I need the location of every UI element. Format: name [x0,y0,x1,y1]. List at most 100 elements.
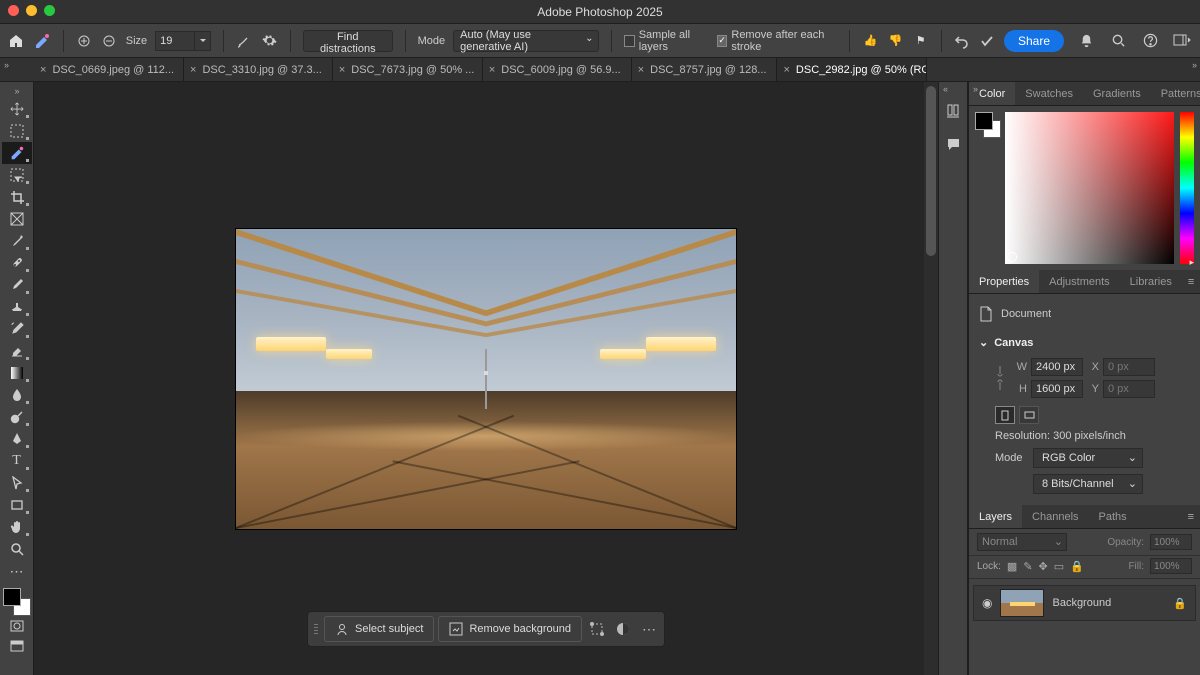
close-tab-icon[interactable]: × [489,64,495,76]
opacity-input[interactable] [1150,534,1192,550]
lock-move-icon[interactable]: ✥ [1039,560,1048,573]
workspace-chooser-icon[interactable] [1172,31,1192,51]
landscape-icon[interactable] [1019,406,1039,424]
brush-tool[interactable] [2,274,32,296]
comments-panel-icon[interactable] [943,134,963,154]
toolbox-expander-icon[interactable]: ›› [15,84,19,98]
eraser-tool[interactable] [2,340,32,362]
document-tab[interactable]: ×DSC_3310.jpg @ 37.3... [184,58,333,81]
gear-icon[interactable] [261,31,278,51]
flag-icon[interactable]: ⚑ [912,31,929,51]
link-icon[interactable] [995,364,1005,392]
close-tab-icon[interactable]: × [40,64,46,76]
color-mode-select[interactable]: RGB Color [1033,448,1143,468]
undo-icon[interactable] [954,31,971,51]
canvas-section-toggle[interactable]: ⌄ Canvas [979,332,1190,353]
crop-tool[interactable] [2,186,32,208]
brush-sample-icon[interactable] [236,31,253,51]
pen-tool[interactable] [2,428,32,450]
vertical-scrollbar[interactable] [924,82,938,675]
edit-toolbar-button[interactable]: ⋯ [2,560,32,582]
spot-healing-tool[interactable] [2,252,32,274]
color-canvas[interactable] [1005,112,1174,264]
y-input[interactable] [1103,380,1155,398]
panels-expander-icon[interactable]: ›› [973,84,1196,94]
close-tab-icon[interactable]: × [638,64,644,76]
search-icon[interactable] [1108,31,1128,51]
brush-size-increase-icon[interactable] [101,31,118,51]
document-tab-active[interactable]: ×DSC_2982.jpg @ 50% (RGB/8) * [777,58,927,81]
path-selection-tool[interactable] [2,472,32,494]
dodge-tool[interactable] [2,406,32,428]
brush-size-input[interactable] [155,31,195,51]
close-tab-icon[interactable]: × [783,64,789,76]
layer-thumbnail[interactable] [1000,589,1044,617]
portrait-icon[interactable] [995,406,1015,424]
history-brush-tool[interactable] [2,318,32,340]
share-button[interactable]: Share [1004,30,1064,52]
foreground-color-swatch[interactable] [3,588,21,606]
layer-row[interactable]: ◉ Background 🔒 [973,585,1196,621]
drag-handle-icon[interactable] [312,622,320,636]
rectangle-tool[interactable] [2,494,32,516]
color-swatch[interactable] [3,588,31,616]
help-icon[interactable] [1140,31,1160,51]
select-subject-button[interactable]: Select subject [324,616,434,642]
remove-background-button[interactable]: Remove background [438,616,582,642]
fill-input[interactable] [1150,558,1192,574]
zoom-tool[interactable] [2,538,32,560]
tab-expand-right-icon[interactable]: ›› [1192,60,1196,70]
bell-icon[interactable] [1076,31,1096,51]
move-tool[interactable] [2,98,32,120]
mode-select[interactable]: Auto (May use generative AI) [453,30,599,52]
blend-mode-select[interactable]: Normal [977,533,1067,551]
brushes-panel-icon[interactable] [943,102,963,122]
close-tab-icon[interactable]: × [190,64,196,76]
lock-artboard-icon[interactable]: ▭ [1054,560,1064,573]
blur-tool[interactable] [2,384,32,406]
thumbs-up-icon[interactable]: 👍 [862,31,879,51]
document-canvas[interactable] [236,229,736,529]
lock-icon[interactable]: 🔒 [1173,597,1187,610]
close-window-button[interactable] [8,5,19,16]
height-input[interactable] [1031,380,1083,398]
hand-tool[interactable] [2,516,32,538]
type-tool[interactable]: T [2,450,32,472]
commit-icon[interactable] [979,31,996,51]
more-options-icon[interactable]: ⋯ [638,618,660,640]
object-selection-tool[interactable] [2,164,32,186]
lock-position-icon[interactable]: ✎ [1023,560,1032,573]
frame-tool[interactable] [2,208,32,230]
hue-slider[interactable] [1180,112,1194,264]
adjustment-icon[interactable] [612,618,634,640]
panel-menu-icon[interactable]: ≡ [1182,276,1200,288]
screen-mode-icon[interactable] [2,636,32,656]
quick-mask-icon[interactable] [2,616,32,636]
minimize-window-button[interactable] [26,5,37,16]
maximize-window-button[interactable] [44,5,55,16]
close-tab-icon[interactable]: × [339,64,345,76]
orientation-toggle[interactable] [995,406,1039,424]
marquee-tool[interactable] [2,120,32,142]
home-icon[interactable] [8,31,25,51]
layers-tab[interactable]: Layers [969,505,1022,528]
document-tab[interactable]: ×DSC_7673.jpg @ 50% ... [333,58,483,81]
remove-tool-icon[interactable] [33,31,51,51]
document-tab[interactable]: ×DSC_0669.jpeg @ 112... [34,58,184,81]
gradient-tool[interactable] [2,362,32,384]
libraries-tab[interactable]: Libraries [1120,270,1182,293]
bit-depth-select[interactable]: 8 Bits/Channel [1033,474,1143,494]
hue-slider-caret-icon[interactable]: ▸ [1189,257,1194,268]
remove-after-stroke-checkbox[interactable]: ✓ Remove after each stroke [717,29,837,53]
eyedropper-tool[interactable] [2,230,32,252]
foreground-background-swatch[interactable] [975,112,999,264]
properties-tab[interactable]: Properties [969,270,1039,293]
adjustments-tab[interactable]: Adjustments [1039,270,1120,293]
transform-icon[interactable] [586,618,608,640]
document-tab[interactable]: ×DSC_8757.jpg @ 128... [632,58,778,81]
layer-name[interactable]: Background [1052,597,1111,609]
thumbs-down-icon[interactable]: 👎 [887,31,904,51]
lock-all-icon[interactable]: 🔒 [1070,560,1084,573]
clone-stamp-tool[interactable] [2,296,32,318]
tab-expand-left-icon[interactable]: ›› [4,60,8,70]
